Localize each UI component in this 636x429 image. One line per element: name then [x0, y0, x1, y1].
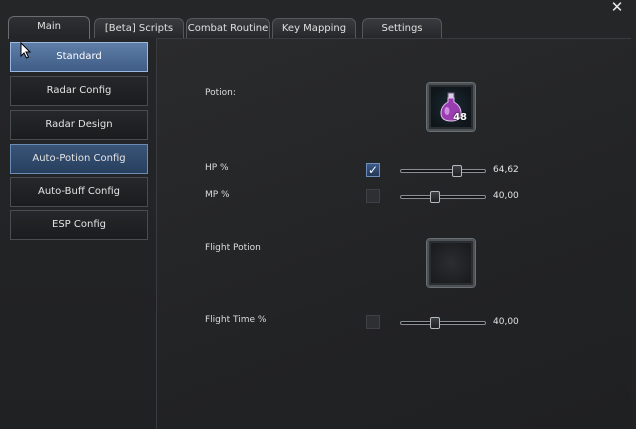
tab-main[interactable]: Main [8, 16, 90, 39]
sidebar-item-radar-config[interactable]: Radar Config [10, 76, 148, 106]
sidebar-item-label: Standard [56, 51, 102, 62]
mp-slider[interactable] [400, 191, 486, 203]
tab-label: [Beta] Scripts [104, 23, 174, 34]
sidebar-item-esp-config[interactable]: ESP Config [10, 210, 148, 240]
tab-label: Combat Routine [187, 23, 269, 34]
sidebar-item-label: ESP Config [52, 219, 106, 230]
hp-slider-thumb[interactable] [451, 165, 462, 177]
tab-label: Settings [381, 23, 423, 34]
mp-slider-thumb[interactable] [430, 191, 441, 203]
tab-label: Key Mapping [281, 23, 347, 34]
tab-label: Main [37, 21, 61, 32]
sidebar-item-label: Radar Config [46, 85, 112, 96]
hp-slider[interactable] [400, 165, 486, 177]
hp-value: 64,62 [493, 165, 519, 175]
sidebar-item-auto-potion-config[interactable]: Auto-Potion Config [10, 144, 148, 174]
hp-checkbox[interactable]: ✓ [366, 163, 380, 177]
potion-label: Potion: [205, 88, 236, 98]
flight-time-slider[interactable] [400, 317, 486, 329]
mp-value: 40,00 [493, 191, 519, 201]
flight-potion-label: Flight Potion [205, 243, 261, 253]
check-icon: ✓ [368, 163, 379, 177]
potion-count: 48 [453, 112, 467, 123]
sidebar-item-label: Radar Design [45, 119, 113, 130]
sidebar-item-label: Auto-Potion Config [32, 153, 126, 164]
sidebar-item-auto-buff-config[interactable]: Auto-Buff Config [10, 177, 148, 207]
flight-time-label: Flight Time % [205, 315, 267, 325]
content-panel: Potion: 48 HP % ✓ 64,62 MP % 40,00 Fligh… [156, 38, 631, 429]
flight-potion-slot[interactable] [427, 239, 475, 287]
mouse-cursor-icon [20, 42, 32, 59]
tab-combat-routine[interactable]: Combat Routine [186, 18, 270, 38]
potion-slot[interactable]: 48 [427, 83, 475, 131]
flight-time-slider-thumb[interactable] [430, 317, 441, 329]
mp-checkbox[interactable] [366, 189, 380, 203]
sidebar-item-radar-design[interactable]: Radar Design [10, 110, 148, 140]
tab-bar: Main [Beta] Scripts Combat Routine Key M… [8, 14, 628, 39]
tab-settings[interactable]: Settings [362, 18, 442, 38]
tab-key-mapping[interactable]: Key Mapping [272, 18, 356, 38]
mp-label: MP % [205, 190, 230, 200]
sidebar-item-label: Auto-Buff Config [37, 186, 120, 197]
close-button[interactable]: ✕ [608, 0, 626, 15]
flight-time-value: 40,00 [493, 317, 519, 327]
settings-window: ✕ Main [Beta] Scripts Combat Routine Key… [0, 0, 636, 429]
hp-label: HP % [205, 163, 229, 173]
flight-time-checkbox[interactable] [366, 315, 380, 329]
tab-beta-scripts[interactable]: [Beta] Scripts [94, 18, 184, 38]
